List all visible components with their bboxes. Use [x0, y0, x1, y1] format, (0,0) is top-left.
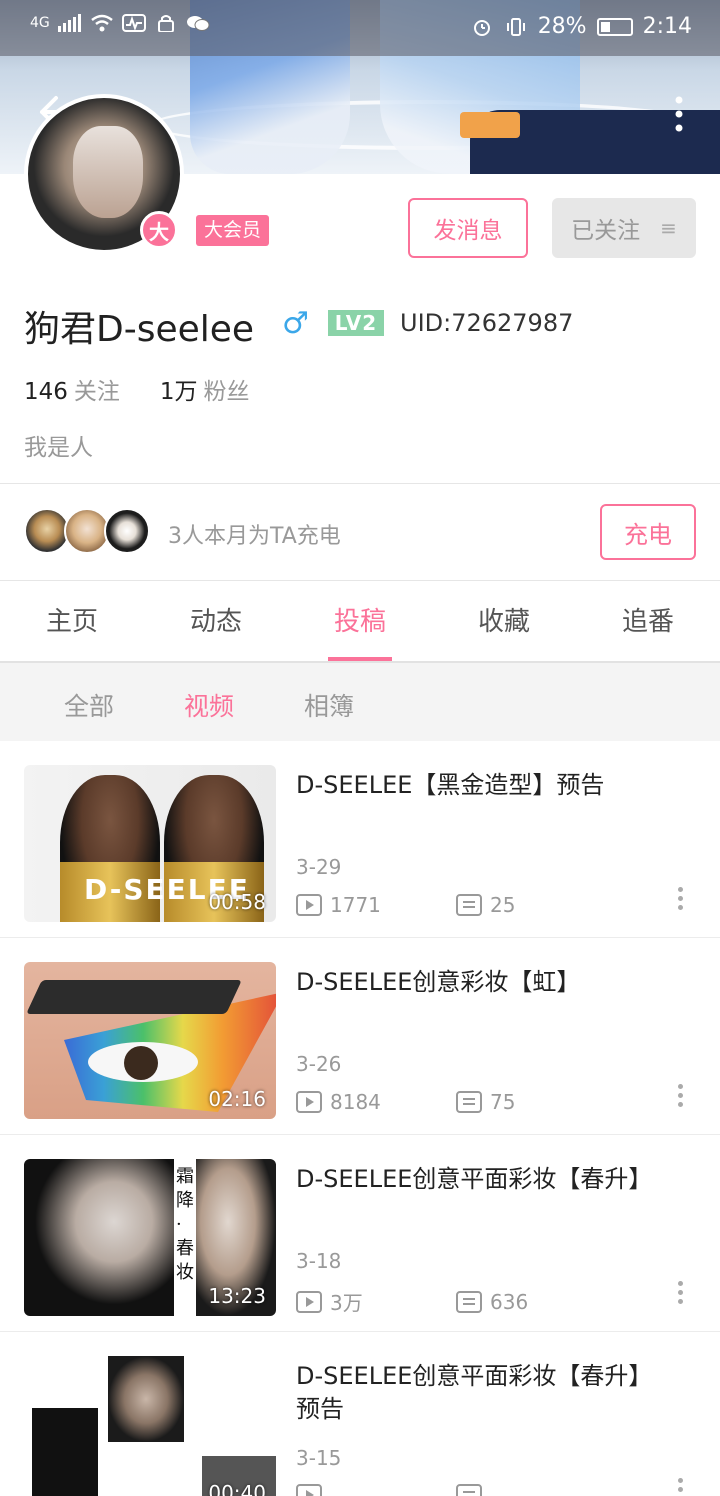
tab-dynamics[interactable]: 动态: [144, 581, 288, 661]
followed-button-label: 已关注: [571, 218, 641, 244]
signal-icon: [57, 14, 81, 32]
subtab-videos[interactable]: 视频: [184, 687, 234, 723]
alarm-icon: [473, 19, 490, 36]
wifi-icon: [90, 14, 113, 32]
activity-icon: [121, 14, 146, 32]
video-duration: 00:58: [208, 890, 266, 914]
supporter-avatars[interactable]: [24, 508, 150, 554]
vip-badge: 大: [140, 211, 178, 249]
video-stats: 8184 75: [296, 1090, 515, 1114]
wechat-icon: [186, 16, 210, 31]
avatar-face: [73, 126, 143, 218]
subtab-all[interactable]: 全部: [64, 687, 114, 723]
supporter-avatar: [104, 508, 150, 554]
video-list: D-SEELEE 00:58 D-SEELEE【黑金造型】预告 3-29 177…: [0, 741, 720, 1496]
followers-stat[interactable]: 1万 粉丝: [160, 372, 250, 406]
video-title[interactable]: D-SEELEE创意平面彩妆【春升】预告: [296, 1360, 676, 1426]
danmaku-icon: [456, 1091, 482, 1113]
tab-uploads[interactable]: 投稿: [288, 581, 432, 661]
danmaku-count: 636: [490, 1289, 529, 1314]
video-duration: 13:23: [208, 1284, 266, 1308]
network-type: 4G: [30, 15, 50, 31]
video-thumbnail[interactable]: 02:16: [24, 962, 276, 1119]
followed-button[interactable]: 已关注 ≡: [552, 198, 696, 258]
charge-row: 3人本月为TA充电 充电: [0, 484, 720, 580]
subtab-albums[interactable]: 相簿: [304, 687, 354, 723]
play-count-icon: [296, 1484, 322, 1496]
following-stat[interactable]: 146 关注: [24, 372, 120, 406]
follow-stats: 146 关注 1万 粉丝: [24, 372, 250, 406]
battery-icon: [596, 17, 633, 36]
battery-percent: 28%: [537, 14, 587, 39]
video-title[interactable]: D-SEELEE【黑金造型】预告: [296, 769, 676, 802]
thumb-iris: [124, 1046, 158, 1080]
tab-bangumi[interactable]: 追番: [576, 581, 720, 661]
danmaku-count: 75: [490, 1090, 516, 1114]
view-count: 3万: [330, 1291, 363, 1315]
vibrate-icon: [506, 17, 525, 36]
clock: 2:14: [642, 14, 692, 39]
video-title[interactable]: D-SEELEE创意平面彩妆【春升】: [296, 1163, 676, 1196]
video-date: 3-26: [296, 1052, 342, 1076]
charge-text: 3人本月为TA充电: [168, 524, 341, 549]
danmaku-icon: [456, 1290, 482, 1313]
play-count-icon: [296, 1091, 322, 1113]
video-thumbnail[interactable]: 霜降·春妆 13:23: [24, 1159, 276, 1316]
video-date: 3-15: [296, 1446, 342, 1470]
thumb-figure: [32, 1408, 98, 1496]
send-message-button[interactable]: 发消息: [408, 198, 528, 258]
view-count: 1771: [330, 893, 381, 917]
level-badge: LV2: [328, 310, 384, 336]
thumb-eyebrow: [26, 980, 242, 1014]
lock-app-icon: [157, 15, 174, 32]
profile-tabs: 主页 动态 投稿 收藏 追番: [0, 581, 720, 661]
video-thumbnail[interactable]: D-SEELEE 00:58: [24, 765, 276, 922]
play-count-icon: [296, 1290, 322, 1313]
male-icon: ♂: [282, 306, 309, 341]
bio: 我是人: [24, 435, 93, 461]
more-dots-icon[interactable]: [676, 1478, 684, 1496]
video-stats: 3万 636: [296, 1287, 528, 1316]
user-id: UID:72627987: [400, 309, 574, 337]
thumb-figure: [108, 1356, 184, 1442]
video-item[interactable]: 00:40 D-SEELEE创意平面彩妆【春升】预告 3-15: [0, 1332, 720, 1496]
more-dots-icon[interactable]: [676, 1084, 684, 1112]
status-bar: 4G 28% 2:14: [0, 0, 720, 56]
danmaku-icon: [456, 894, 482, 916]
menu-icon: ≡: [660, 216, 677, 240]
tab-home[interactable]: 主页: [0, 581, 144, 661]
view-count: 8184: [330, 1090, 381, 1114]
upload-subtabs: 全部 视频 相簿: [0, 663, 720, 741]
play-count-icon: [296, 894, 322, 916]
thumb-figure: [24, 1159, 174, 1316]
video-duration: 02:16: [208, 1087, 266, 1111]
charge-button[interactable]: 充电: [600, 504, 696, 560]
video-stats: 1771 25: [296, 893, 515, 917]
vip-label: 大会员: [196, 215, 270, 246]
followers-count: 1万: [159, 379, 198, 405]
tab-favorites[interactable]: 收藏: [432, 581, 576, 661]
more-dots-icon[interactable]: [676, 1281, 684, 1309]
danmaku-count: 25: [490, 893, 516, 917]
banner-chips-bag: [460, 112, 520, 138]
followers-label: 粉丝: [203, 379, 250, 405]
danmaku-icon: [456, 1484, 482, 1496]
video-thumbnail[interactable]: 00:40: [24, 1356, 276, 1496]
following-count: 146: [24, 379, 68, 405]
video-date: 3-29: [296, 855, 342, 879]
thumb-text: 霜降·春妆: [176, 1166, 194, 1283]
video-stats: [296, 1484, 490, 1496]
more-dots-icon[interactable]: [676, 887, 684, 915]
video-title[interactable]: D-SEELEE创意彩妆【虹】: [296, 966, 676, 999]
video-duration: 00:40: [208, 1481, 266, 1496]
more-vertical-icon[interactable]: [674, 96, 684, 132]
video-item[interactable]: 02:16 D-SEELEE创意彩妆【虹】 3-26 8184 75: [0, 938, 720, 1135]
username: 狗君D-seelee: [24, 309, 255, 350]
video-item[interactable]: 霜降·春妆 13:23 D-SEELEE创意平面彩妆【春升】 3-18 3万 6…: [0, 1135, 720, 1332]
following-label: 关注: [73, 379, 120, 405]
video-date: 3-18: [296, 1249, 342, 1273]
video-item[interactable]: D-SEELEE 00:58 D-SEELEE【黑金造型】预告 3-29 177…: [0, 741, 720, 938]
